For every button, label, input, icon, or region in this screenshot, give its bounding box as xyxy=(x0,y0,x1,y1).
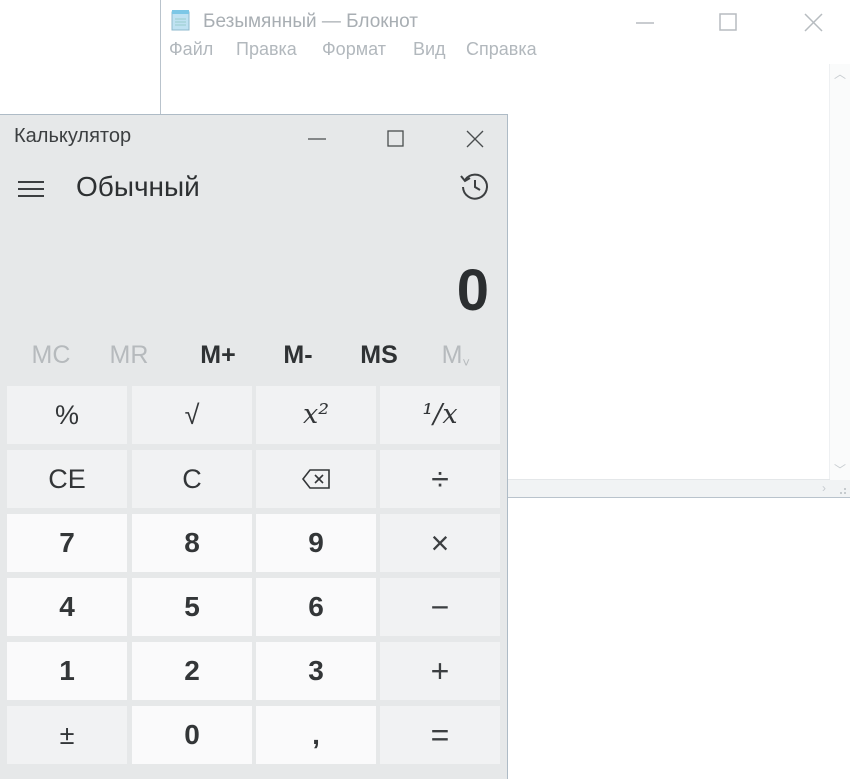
divide-button[interactable]: ÷ xyxy=(380,450,500,508)
mode-title: Обычный xyxy=(76,171,200,202)
memory-recall-button[interactable]: MR xyxy=(89,333,169,377)
calculator-close-button[interactable] xyxy=(452,121,498,157)
minimize-icon xyxy=(308,138,326,140)
chevron-down-icon: ˅ xyxy=(462,355,470,370)
digit-4-button[interactable]: 4 xyxy=(7,578,127,636)
equals-button[interactable]: = xyxy=(380,706,500,764)
memory-subtract-button[interactable]: M- xyxy=(258,333,338,377)
notepad-minimize-button[interactable] xyxy=(623,6,669,40)
calculator-minimize-button[interactable] xyxy=(294,121,340,157)
square-button[interactable]: x² xyxy=(256,386,376,444)
multiply-button[interactable]: × xyxy=(380,514,500,572)
maximize-icon xyxy=(387,130,404,147)
notepad-menubar: Файл Правка Формат Вид Справка xyxy=(161,36,850,62)
add-button[interactable]: + xyxy=(380,642,500,700)
digit-5-button[interactable]: 5 xyxy=(132,578,252,636)
subtract-button[interactable]: − xyxy=(380,578,500,636)
scroll-right-icon[interactable]: › xyxy=(822,482,826,494)
memory-add-button[interactable]: M+ xyxy=(178,333,258,377)
memory-clear-button[interactable]: MC xyxy=(11,333,91,377)
digit-7-button[interactable]: 7 xyxy=(7,514,127,572)
calculator-maximize-button[interactable] xyxy=(373,121,419,157)
digit-8-button[interactable]: 8 xyxy=(132,514,252,572)
scroll-up-icon[interactable]: ︿ xyxy=(834,68,846,80)
calculator-title: Калькулятор xyxy=(14,125,132,147)
maximize-icon xyxy=(719,13,737,31)
notepad-close-button[interactable] xyxy=(791,6,837,40)
notepad-vertical-scrollbar[interactable]: ︿ ﹀ xyxy=(829,64,850,480)
reciprocal-button[interactable]: ¹/x xyxy=(380,386,500,444)
resize-grip-icon[interactable] xyxy=(830,480,850,497)
digit-3-button[interactable]: 3 xyxy=(256,642,376,700)
minimize-icon xyxy=(636,22,654,24)
menu-help[interactable]: Справка xyxy=(466,39,537,60)
decimal-button[interactable]: , xyxy=(256,706,376,764)
digit-2-button[interactable]: 2 xyxy=(132,642,252,700)
digit-0-button[interactable]: 0 xyxy=(132,706,252,764)
calculator-window: Калькулятор Обычный 0 MC MR M+ M- MS M ˅ … xyxy=(0,114,508,779)
memory-list-button[interactable]: M ˅ xyxy=(412,333,492,377)
history-icon[interactable] xyxy=(458,170,492,204)
notepad-maximize-button[interactable] xyxy=(706,6,752,40)
backspace-button[interactable] xyxy=(256,450,376,508)
backspace-icon xyxy=(302,469,330,489)
digit-6-button[interactable]: 6 xyxy=(256,578,376,636)
memory-row: MC MR M+ M- MS M ˅ xyxy=(0,333,508,377)
digit-9-button[interactable]: 9 xyxy=(256,514,376,572)
negate-button[interactable]: ± xyxy=(7,706,127,764)
menu-file[interactable]: Файл xyxy=(169,39,213,60)
menu-format[interactable]: Формат xyxy=(322,39,386,60)
sqrt-button[interactable]: √ xyxy=(132,386,252,444)
digit-1-button[interactable]: 1 xyxy=(7,642,127,700)
menu-edit[interactable]: Правка xyxy=(236,39,297,60)
notepad-title: Безымянный — Блокнот xyxy=(203,11,418,32)
memory-store-button[interactable]: MS xyxy=(339,333,419,377)
menu-view[interactable]: Вид xyxy=(413,39,446,60)
close-icon xyxy=(804,13,823,32)
percent-button[interactable]: % xyxy=(7,386,127,444)
hamburger-icon[interactable] xyxy=(18,181,46,199)
clear-entry-button[interactable]: CE xyxy=(7,450,127,508)
notepad-icon xyxy=(171,9,191,31)
close-icon xyxy=(466,130,484,148)
result-display: 0 xyxy=(456,258,489,323)
scroll-down-icon[interactable]: ﹀ xyxy=(834,464,846,476)
memory-list-label: M xyxy=(441,341,463,369)
clear-button[interactable]: C xyxy=(132,450,252,508)
